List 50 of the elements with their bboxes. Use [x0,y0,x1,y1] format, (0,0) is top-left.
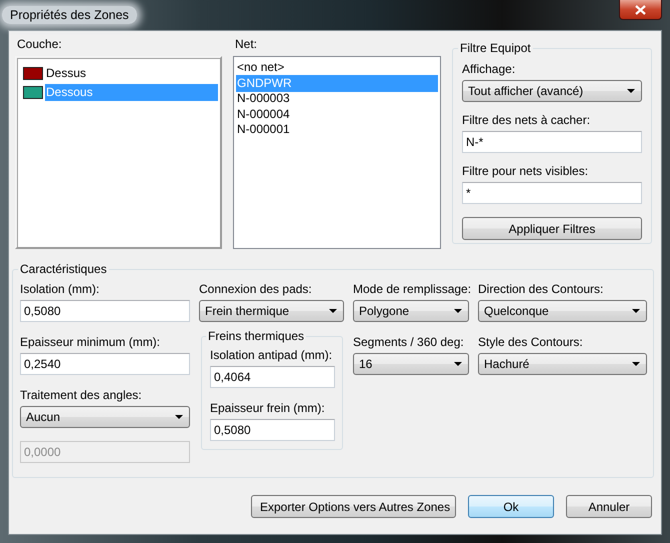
field-label: Segments / 360 deg: [353,335,464,350]
list-item[interactable]: N-000003 [236,90,438,108]
caret-icon [329,309,337,313]
caret-icon [627,89,635,93]
caret-icon [454,309,462,313]
group-title: Caractéristiques [19,262,108,277]
close-icon [635,4,646,14]
dialog-button[interactable]: Ok [468,495,554,518]
input-field[interactable]: * [462,182,642,204]
field-label: Connexion des pads: [199,282,312,297]
list-item[interactable]: N-000004 [236,106,438,123]
field-label: Style des Contours: [478,335,583,350]
dropdown[interactable]: Aucun [20,406,190,428]
dropdown[interactable]: Tout afficher (avancé) [462,80,642,102]
group-title: Filtre Equipot [459,41,532,56]
field-label: Isolation (mm): [20,282,100,297]
dropdown[interactable]: Frein thermique [199,300,344,322]
field-label: Traitement des angles: [20,388,142,403]
dropdown[interactable]: Polygone [353,300,469,322]
list-item[interactable]: N-000001 [236,121,438,138]
window-title: Propriétés des Zones [2,6,137,24]
input-field[interactable]: 0,2540 [20,353,190,375]
field-label: Mode de remplissage: [353,282,472,297]
input-field[interactable]: 0,4064 [210,366,335,388]
field-label: Epaisseur frein (mm): [210,401,325,416]
close-button[interactable] [619,0,662,20]
list-label: Couche: [17,37,62,52]
input-field[interactable]: N-* [462,131,642,153]
field-label: Filtre des nets à cacher: [462,113,590,128]
dialog-button[interactable]: Annuler [566,495,652,518]
dialog-button[interactable]: Exporter Options vers Autres Zones [251,495,456,518]
caret-icon [175,415,183,419]
field-label: Epaisseur minimum (mm): [20,335,160,350]
caret-icon [632,309,640,313]
dropdown[interactable]: Quelconque [478,300,647,322]
list-label: Net: [235,37,258,52]
dropdown[interactable]: Hachuré [478,353,647,375]
list-item[interactable]: Dessus [45,65,218,82]
input-field[interactable]: 0,5080 [20,300,190,322]
apply-filters-button[interactable]: Appliquer Filtres [462,217,642,240]
field-label: Filtre pour nets visibles: [462,164,588,179]
group-title: Freins thermiques [207,329,306,344]
list-item[interactable]: <no net> [236,59,438,76]
input-field[interactable]: 0,5080 [210,419,335,441]
caret-icon [454,362,462,366]
field-label: Direction des Contours: [478,282,604,297]
dropdown[interactable]: 16 [353,353,469,375]
field-label: Affichage: [462,62,516,77]
field-label: Isolation antipad (mm): [210,348,332,363]
caret-icon [632,362,640,366]
